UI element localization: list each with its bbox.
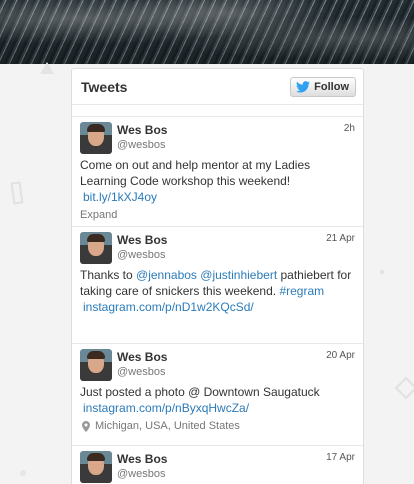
- tweets-widget: Tweets Follow Wes Bos @wesbos 2h Come on…: [71, 68, 364, 484]
- author-name[interactable]: Wes Bos: [117, 231, 355, 247]
- tweet-location[interactable]: Michigan, USA, United States: [80, 419, 355, 433]
- decorative-shape: [380, 270, 384, 274]
- author-handle[interactable]: @wesbos: [117, 466, 355, 482]
- tweet-timestamp[interactable]: 21 Apr: [326, 233, 355, 244]
- expand-link[interactable]: Expand: [80, 208, 355, 222]
- decorative-shape: [20, 470, 26, 476]
- author-handle[interactable]: @wesbos: [117, 137, 355, 153]
- avatar[interactable]: [80, 122, 112, 154]
- tweet-text: Just posted a photo @ Downtown Saugatuck: [80, 385, 320, 399]
- tweet-link[interactable]: instagram.com/p/nD1w2KQcSd/: [80, 299, 355, 315]
- decorative-shape: [10, 181, 24, 205]
- follow-button[interactable]: Follow: [290, 76, 356, 97]
- decorative-shape: [40, 62, 54, 74]
- author-name[interactable]: Wes Bos: [117, 450, 355, 466]
- map-pin-icon: [82, 420, 90, 432]
- avatar[interactable]: [80, 232, 112, 264]
- author-handle[interactable]: @wesbos: [117, 247, 355, 263]
- hashtag-link[interactable]: #regram: [279, 284, 324, 298]
- tweet-header: Wes Bos @wesbos 2h: [117, 121, 355, 153]
- tweet-header: Wes Bos @wesbos 20 Apr: [117, 348, 355, 380]
- tweet[interactable]: Wes Bos @wesbos 2h Come on out and help …: [72, 117, 363, 227]
- follow-button-label: Follow: [314, 80, 349, 93]
- tweet-timestamp[interactable]: 2h: [344, 123, 355, 134]
- tweet-timestamp[interactable]: 20 Apr: [326, 350, 355, 361]
- tweet[interactable]: Wes Bos @wesbos 21 Apr Thanks to @jennab…: [72, 227, 363, 344]
- twitter-bird-icon: [296, 80, 311, 93]
- tweet[interactable]: Wes Bos @wesbos 17 Apr: [72, 446, 363, 484]
- tweet-text: Come on out and help mentor at my Ladies…: [80, 158, 311, 188]
- tweet-link[interactable]: instagram.com/p/nByxqHwcZa/: [80, 400, 355, 416]
- tweet-link[interactable]: bit.ly/1kXJ4oy: [80, 189, 355, 205]
- avatar[interactable]: [80, 451, 112, 483]
- avatar[interactable]: [80, 349, 112, 381]
- author-name[interactable]: Wes Bos: [117, 121, 355, 137]
- decorative-shape: [394, 376, 414, 400]
- tweet-header: Wes Bos @wesbos 17 Apr: [117, 450, 355, 482]
- author-name[interactable]: Wes Bos: [117, 348, 355, 364]
- widget-header: Tweets Follow: [72, 69, 363, 105]
- mention-link[interactable]: @justinhiebert: [200, 268, 277, 282]
- timeline-top-strip: [72, 105, 363, 117]
- tweet[interactable]: Wes Bos @wesbos 20 Apr Just posted a pho…: [72, 344, 363, 446]
- widget-title: Tweets: [81, 78, 128, 95]
- mention-link[interactable]: @jennabos: [136, 268, 197, 282]
- tweet-text-part: Thanks to: [80, 268, 137, 282]
- tweet-header: Wes Bos @wesbos 21 Apr: [117, 231, 355, 263]
- header-banner-image: [0, 0, 414, 64]
- author-handle[interactable]: @wesbos: [117, 364, 355, 380]
- location-label: Michigan, USA, United States: [95, 420, 240, 432]
- tweet-text: Thanks to @jennabos @justinhiebert pathi…: [80, 267, 355, 299]
- tweet-timestamp[interactable]: 17 Apr: [326, 452, 355, 463]
